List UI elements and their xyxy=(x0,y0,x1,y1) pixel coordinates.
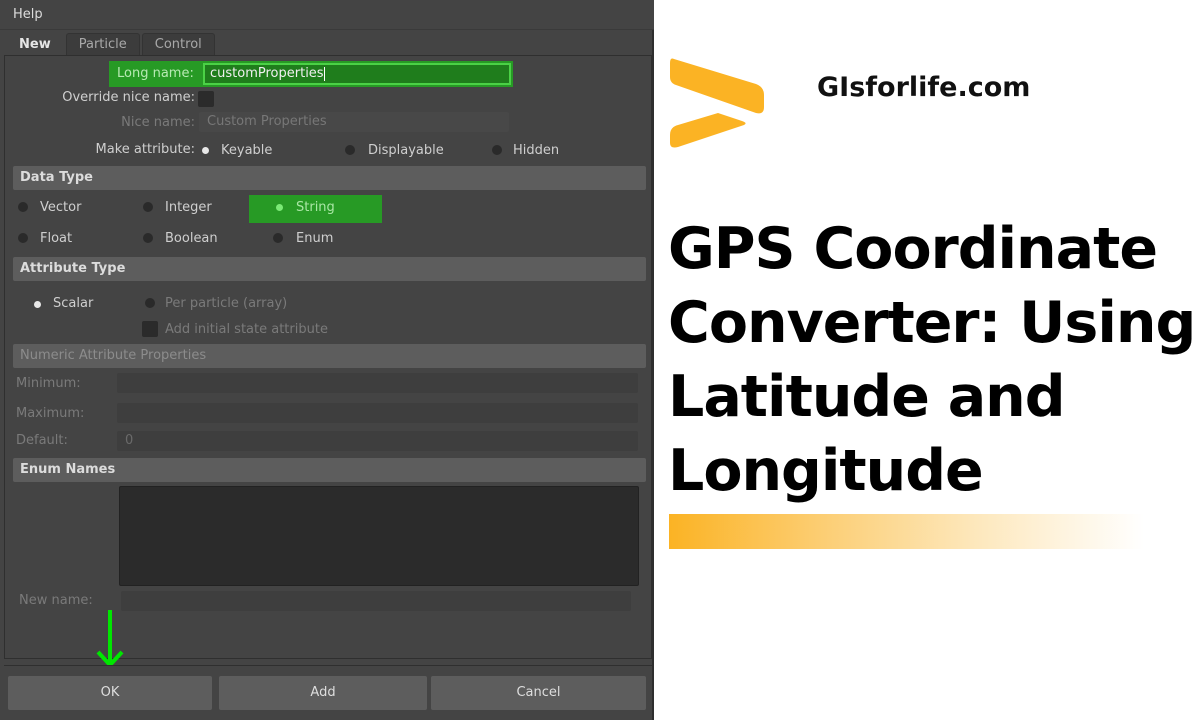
long-name-row: Long name: customProperties xyxy=(109,61,513,87)
tab-bar: New Particle Control xyxy=(6,33,217,55)
add-initial-state-checkbox[interactable] xyxy=(142,321,158,337)
attribute-type-header[interactable]: Attribute Type xyxy=(13,257,646,281)
nice-name-label: Nice name: xyxy=(121,115,195,130)
long-name-label: Long name: xyxy=(117,66,194,81)
long-name-value: customProperties xyxy=(210,66,324,81)
gisforlife-logo-icon xyxy=(670,58,764,148)
nice-name-field[interactable]: Custom Properties xyxy=(199,112,509,132)
radio-integer[interactable] xyxy=(143,202,153,212)
radio-enum[interactable] xyxy=(273,233,283,243)
maximum-label: Maximum: xyxy=(16,406,85,421)
tab-new[interactable]: New xyxy=(6,33,64,55)
menu-help[interactable]: Help xyxy=(13,7,43,22)
add-button[interactable]: Add xyxy=(219,676,427,710)
long-name-input[interactable]: customProperties xyxy=(203,63,511,85)
displayable-label: Displayable xyxy=(368,143,444,158)
maximum-field[interactable] xyxy=(117,403,638,423)
per-particle-label: Per particle (array) xyxy=(165,296,288,311)
new-name-label: New name: xyxy=(19,593,93,608)
add-initial-state-label: Add initial state attribute xyxy=(165,322,328,337)
radio-boolean[interactable] xyxy=(143,233,153,243)
vector-label: Vector xyxy=(40,200,82,215)
tab-control[interactable]: Control xyxy=(141,33,215,55)
text-caret xyxy=(323,66,325,81)
minimum-field[interactable] xyxy=(117,373,638,393)
default-label: Default: xyxy=(16,433,68,448)
hidden-label: Hidden xyxy=(513,143,560,158)
new-tab-panel: Long name: customProperties Override nic… xyxy=(4,55,652,659)
site-name: GIsforlife.com xyxy=(817,72,1031,103)
enum-label: Enum xyxy=(296,231,334,246)
minimum-label: Minimum: xyxy=(16,376,81,391)
decorative-gradient-bar xyxy=(669,514,1144,549)
tab-particle[interactable]: Particle xyxy=(65,33,140,55)
enum-names-header[interactable]: Enum Names xyxy=(13,458,646,482)
cancel-button[interactable]: Cancel xyxy=(431,676,646,710)
new-name-field[interactable] xyxy=(121,591,631,611)
boolean-label: Boolean xyxy=(165,231,218,246)
radio-scalar[interactable] xyxy=(34,301,41,308)
menu-bar: Help xyxy=(0,0,654,30)
enum-names-list[interactable] xyxy=(119,486,639,586)
radio-per-particle[interactable] xyxy=(145,298,155,308)
numeric-properties-header[interactable]: Numeric Attribute Properties xyxy=(13,344,646,368)
ok-button[interactable]: OK xyxy=(8,676,212,710)
override-nice-name-checkbox[interactable] xyxy=(198,91,214,107)
add-attribute-dialog: Help New Particle Control Long name: cus… xyxy=(0,0,654,720)
data-type-header[interactable]: Data Type xyxy=(13,166,646,190)
make-attribute-label: Make attribute: xyxy=(95,142,195,157)
default-field[interactable]: 0 xyxy=(117,431,638,451)
article-headline: GPS Coordinate Converter: Using Latitude… xyxy=(668,216,1196,504)
string-label: String xyxy=(296,200,335,215)
radio-keyable[interactable] xyxy=(202,147,209,154)
radio-float[interactable] xyxy=(18,233,28,243)
keyable-label: Keyable xyxy=(221,143,273,158)
radio-hidden[interactable] xyxy=(492,145,502,155)
dialog-button-bar: OK Add Cancel xyxy=(4,665,652,720)
scalar-label: Scalar xyxy=(53,296,94,311)
radio-displayable[interactable] xyxy=(345,145,355,155)
float-label: Float xyxy=(40,231,73,246)
override-nice-name-label: Override nice name: xyxy=(62,90,195,105)
radio-vector[interactable] xyxy=(18,202,28,212)
radio-string[interactable] xyxy=(276,204,283,211)
integer-label: Integer xyxy=(165,200,212,215)
green-arrow-down-icon xyxy=(96,610,124,668)
